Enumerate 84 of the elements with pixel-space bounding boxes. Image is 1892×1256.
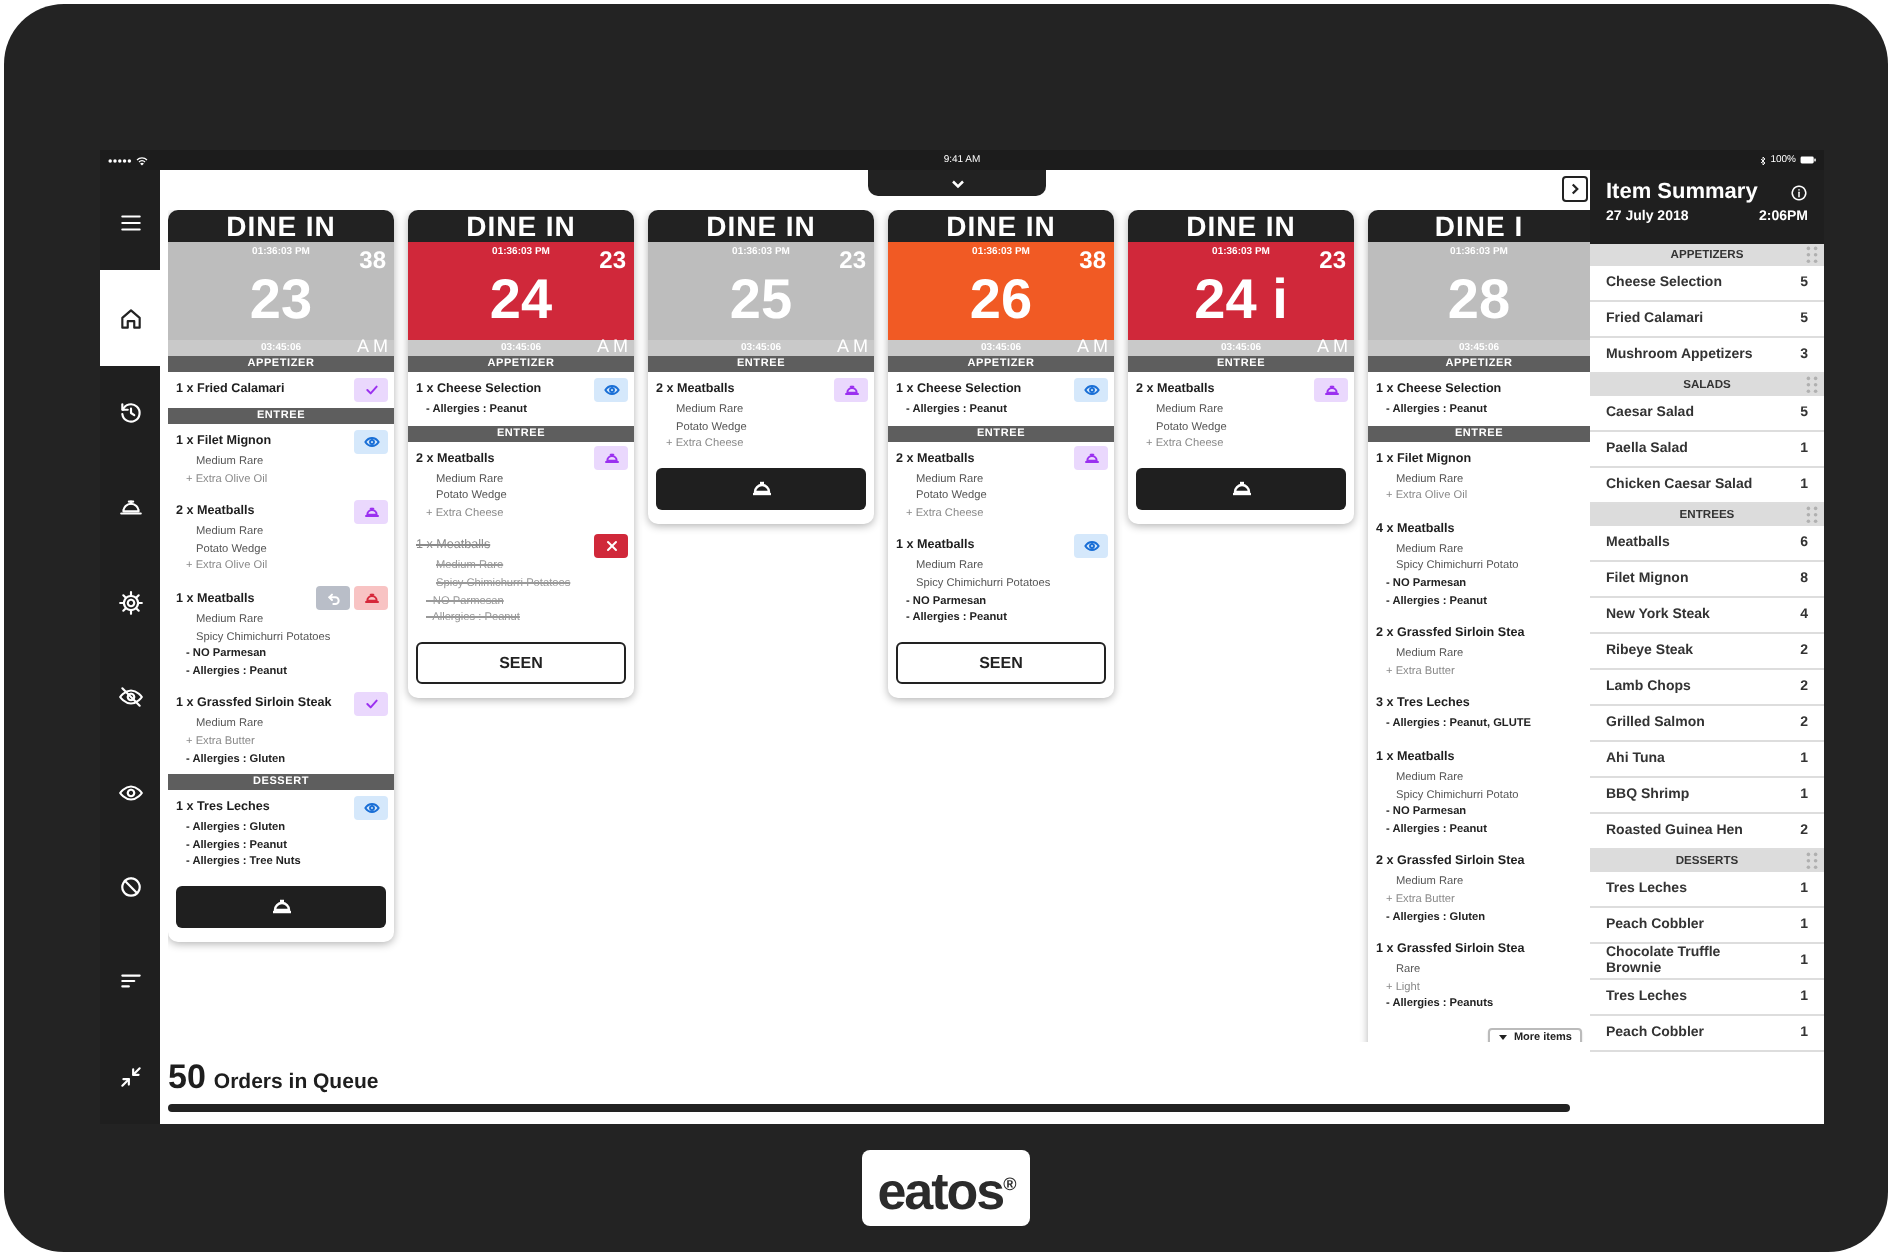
caret-icon <box>1497 1032 1508 1042</box>
elapsed-minutes: 38 <box>359 246 386 274</box>
bell-button[interactable] <box>1314 377 1348 401</box>
check-icon <box>363 695 379 712</box>
check-icon <box>363 381 379 397</box>
table-number: 24 i <box>1194 267 1288 331</box>
summary-title: Item Summary <box>1606 180 1758 204</box>
meridiem: A M <box>1316 338 1348 356</box>
info-icon[interactable] <box>1790 183 1808 201</box>
close-icon <box>603 537 619 554</box>
order-type: DINE IN <box>1128 210 1354 242</box>
serve-button[interactable] <box>1136 467 1346 510</box>
pull-down-tab[interactable] <box>868 170 1046 196</box>
close-button[interactable] <box>594 533 628 558</box>
eye-icon <box>363 799 379 816</box>
eye-icon <box>1083 381 1099 397</box>
serve-button[interactable] <box>176 885 386 928</box>
bell-icon <box>1083 450 1099 467</box>
eye-icon <box>117 779 143 806</box>
meridiem: A M <box>1076 338 1108 356</box>
order-type: DINE IN <box>648 210 874 242</box>
meridiem: A M <box>596 338 628 356</box>
bell-button[interactable] <box>594 446 628 471</box>
brand-logo: eatos$^{®}$ <box>861 1150 1031 1226</box>
drag-handle-icon[interactable] <box>1806 246 1818 264</box>
elapsed-minutes: 23 <box>1319 246 1346 274</box>
table-number: 25 <box>729 267 793 331</box>
eye-button[interactable] <box>594 377 628 401</box>
bell-icon <box>843 381 859 397</box>
bell-icon <box>363 590 379 607</box>
home-icon <box>117 305 143 332</box>
order-type: DINE I <box>1368 210 1590 242</box>
queue-count: 50 <box>168 1058 206 1098</box>
seen-button[interactable]: SEEN <box>896 641 1106 684</box>
collapse-panel-button[interactable] <box>1562 176 1588 202</box>
bell-icon <box>1229 476 1253 501</box>
blocked-icon <box>117 874 143 901</box>
sidebar-button[interactable] <box>100 270 160 366</box>
eye-button[interactable] <box>1074 377 1108 401</box>
collapse-icon <box>117 1063 143 1090</box>
check-button[interactable] <box>354 691 388 716</box>
table-number: 26 <box>969 267 1033 331</box>
eye-icon <box>1083 537 1099 554</box>
bell-icon <box>603 450 619 467</box>
signal-icon <box>108 157 132 163</box>
bell-icon <box>749 476 773 501</box>
elapsed-minutes: 23 <box>599 246 626 274</box>
drag-handle-icon[interactable] <box>1806 506 1818 524</box>
order-type: DINE IN <box>168 210 394 242</box>
check-button[interactable] <box>354 377 388 401</box>
drag-handle-icon[interactable] <box>1806 376 1818 394</box>
elapsed-minutes: 38 <box>1079 246 1106 274</box>
bell-button[interactable] <box>1074 446 1108 471</box>
undo-icon <box>325 590 341 607</box>
eye-button[interactable] <box>1074 533 1108 558</box>
eye-icon <box>363 433 379 449</box>
bell-icon <box>269 894 293 919</box>
bell-button[interactable] <box>834 377 868 401</box>
settings-icon <box>117 589 143 616</box>
history-icon <box>117 400 143 427</box>
battery-icon <box>1799 156 1816 164</box>
eye-slash-icon <box>117 684 143 711</box>
drag-handle-icon[interactable] <box>1806 852 1818 870</box>
table-number: 24 <box>489 267 553 331</box>
seen-button[interactable]: SEEN <box>416 641 626 684</box>
elapsed-minutes: 23 <box>839 246 866 274</box>
eye-button[interactable] <box>354 795 388 820</box>
order-type: DINE IN <box>888 210 1114 242</box>
order-type: DINE IN <box>408 210 634 242</box>
scroll-bar[interactable] <box>168 1104 1570 1112</box>
menu-icon <box>117 210 143 237</box>
chevron-right-icon <box>1566 180 1584 198</box>
eye-button[interactable] <box>354 429 388 453</box>
bell-button[interactable] <box>354 586 388 611</box>
bell-icon <box>1323 381 1339 397</box>
table-number: 23 <box>249 267 313 331</box>
serve-button[interactable] <box>656 467 866 510</box>
table-number: 28 <box>1447 267 1511 331</box>
bell-icon <box>363 503 379 520</box>
wifi-icon <box>136 155 148 165</box>
bluetooth-icon <box>1760 155 1767 165</box>
queue-label: Orders in Queue <box>213 1070 379 1094</box>
bell-button[interactable] <box>354 499 388 524</box>
eye-icon <box>603 381 619 397</box>
